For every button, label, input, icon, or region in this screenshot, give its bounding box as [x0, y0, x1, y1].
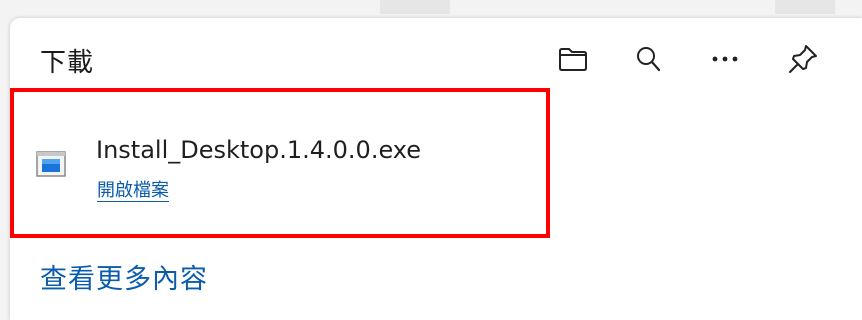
more-options-button[interactable]: [707, 41, 743, 77]
downloads-panel: 下載 Install_Desktop.1.4.0.0.exe 開啟檔案 查看更多…: [10, 18, 862, 320]
pin-icon: [789, 45, 817, 73]
open-file-link[interactable]: 開啟檔案: [97, 176, 169, 202]
pin-downloads-button[interactable]: [785, 41, 821, 77]
download-file-name[interactable]: Install_Desktop.1.4.0.0.exe: [96, 136, 421, 164]
search-downloads-button[interactable]: [630, 41, 666, 77]
downloads-header: 下載: [10, 18, 862, 88]
exe-file-icon: [36, 151, 66, 177]
toolbar-fragment: [775, 0, 835, 14]
see-more-link[interactable]: 查看更多內容: [40, 257, 208, 296]
toolbar-fragment: [380, 0, 450, 14]
more-horizontal-icon: [712, 56, 738, 62]
folder-icon: [559, 48, 587, 71]
search-icon: [637, 47, 661, 72]
panel-title: 下載: [40, 48, 95, 78]
open-downloads-folder-button[interactable]: [555, 41, 591, 77]
download-item[interactable]: Install_Desktop.1.4.0.0.exe 開啟檔案: [10, 88, 550, 238]
